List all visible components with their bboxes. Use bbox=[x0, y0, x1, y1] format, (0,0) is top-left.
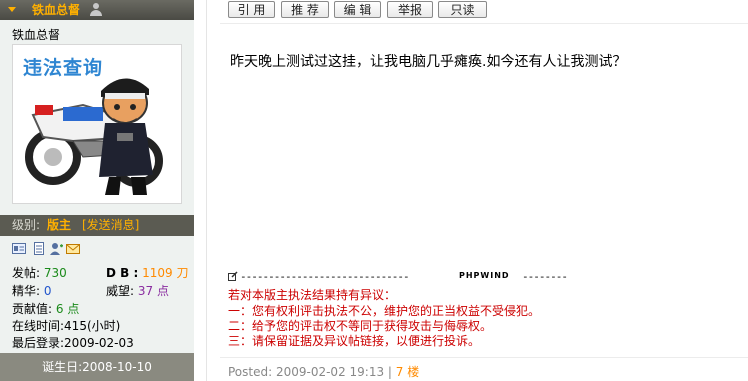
phpwind-brand: PHPWIND bbox=[459, 271, 510, 280]
post-content: 昨天晚上测试过这挂，让我电脑几乎瘫痪.如今还有人让我测试？ bbox=[230, 54, 627, 70]
stat-db-value: 1109 刀 bbox=[142, 266, 189, 280]
stat-prestige-label: 威望: bbox=[106, 284, 135, 298]
level-label: 级别: bbox=[12, 218, 41, 232]
signature-line-4: 三：请保留证据及异议帖链接，以便进行投诉。 bbox=[228, 334, 481, 348]
send-message-link[interactable]: [发送消息] bbox=[82, 215, 139, 236]
avatar: 违法查询 bbox=[12, 44, 182, 204]
stat-posts-value: 730 bbox=[43, 266, 67, 280]
level-bar: 级别: 版主 [发送消息] bbox=[0, 215, 194, 236]
signature-separator: ------------------------------ PHPWIND -… bbox=[228, 270, 588, 283]
stat-prestige-value: 37 点 bbox=[137, 284, 169, 298]
signature-edit-icon bbox=[228, 271, 238, 281]
stat-last-login-label: 最后登录: bbox=[12, 336, 65, 350]
user-title: 铁血总督 bbox=[12, 28, 61, 42]
separator-dashes-right: -------- bbox=[522, 270, 568, 283]
header-divider bbox=[220, 23, 748, 24]
stat-online-value: 415(小时) bbox=[64, 319, 121, 333]
stat-prestige: 威望: 37 点 bbox=[106, 282, 169, 299]
user-panel: 铁血总督 铁血总督 违法查询 级别: 版主 [发送消息] 发帖: 730 D B… bbox=[0, 0, 194, 381]
police-motorcycle-image bbox=[25, 78, 163, 195]
posted-time: Posted: 2009-02-02 19:13 bbox=[228, 365, 385, 379]
stat-essence-value: 0 bbox=[43, 284, 52, 298]
quote-button[interactable]: 引 用 bbox=[228, 1, 275, 18]
stat-online-time: 在线时间:415(小时) bbox=[12, 317, 120, 334]
post-meta: Posted: 2009-02-02 19:13 | 7 楼 bbox=[228, 363, 419, 380]
stat-contribution-value: 6 点 bbox=[55, 302, 80, 316]
stat-posts-label: 发帖: bbox=[12, 266, 41, 280]
stat-online-label: 在线时间: bbox=[12, 319, 65, 333]
level-value: 版主 bbox=[47, 218, 72, 232]
stat-contribution: 贡献值: 6 点 bbox=[12, 300, 79, 317]
message-icon[interactable] bbox=[66, 242, 80, 255]
stat-essence: 精华: 0 bbox=[12, 282, 52, 299]
birthday-bar: 诞生日:2008-10-10 bbox=[0, 353, 194, 381]
signature-line-1: 若对本版主执法结果持有异议： bbox=[228, 288, 397, 302]
user-icon bbox=[89, 3, 103, 17]
readonly-button[interactable]: 只读 bbox=[438, 1, 487, 18]
stat-last-login: 最后登录:2009-02-03 bbox=[12, 334, 134, 351]
stat-essence-label: 精华: bbox=[12, 284, 41, 298]
report-button[interactable]: 举报 bbox=[387, 1, 433, 18]
username-bar: 铁血总督 bbox=[0, 0, 194, 20]
recommend-button[interactable]: 推 荐 bbox=[281, 1, 329, 18]
edit-button[interactable]: 编 辑 bbox=[334, 1, 381, 18]
profile-card-icon[interactable] bbox=[12, 242, 26, 255]
panel-divider bbox=[206, 0, 207, 381]
meta-separator: | bbox=[384, 365, 396, 379]
separator-dashes-left: ------------------------------ bbox=[240, 270, 410, 283]
document-icon[interactable] bbox=[32, 242, 46, 255]
add-friend-icon[interactable] bbox=[50, 242, 64, 255]
collapse-arrow-icon[interactable] bbox=[8, 7, 16, 12]
stat-last-login-value: 2009-02-03 bbox=[64, 336, 134, 350]
stat-posts: 发帖: 730 bbox=[12, 264, 67, 281]
username[interactable]: 铁血总督 bbox=[32, 0, 80, 20]
stat-db: D B : 1109 刀 bbox=[106, 264, 188, 281]
floor-number[interactable]: 7 楼 bbox=[396, 365, 419, 379]
stat-db-label: D B : bbox=[106, 266, 139, 280]
footer-divider bbox=[220, 357, 748, 358]
stat-contribution-label: 贡献值: bbox=[12, 302, 53, 316]
